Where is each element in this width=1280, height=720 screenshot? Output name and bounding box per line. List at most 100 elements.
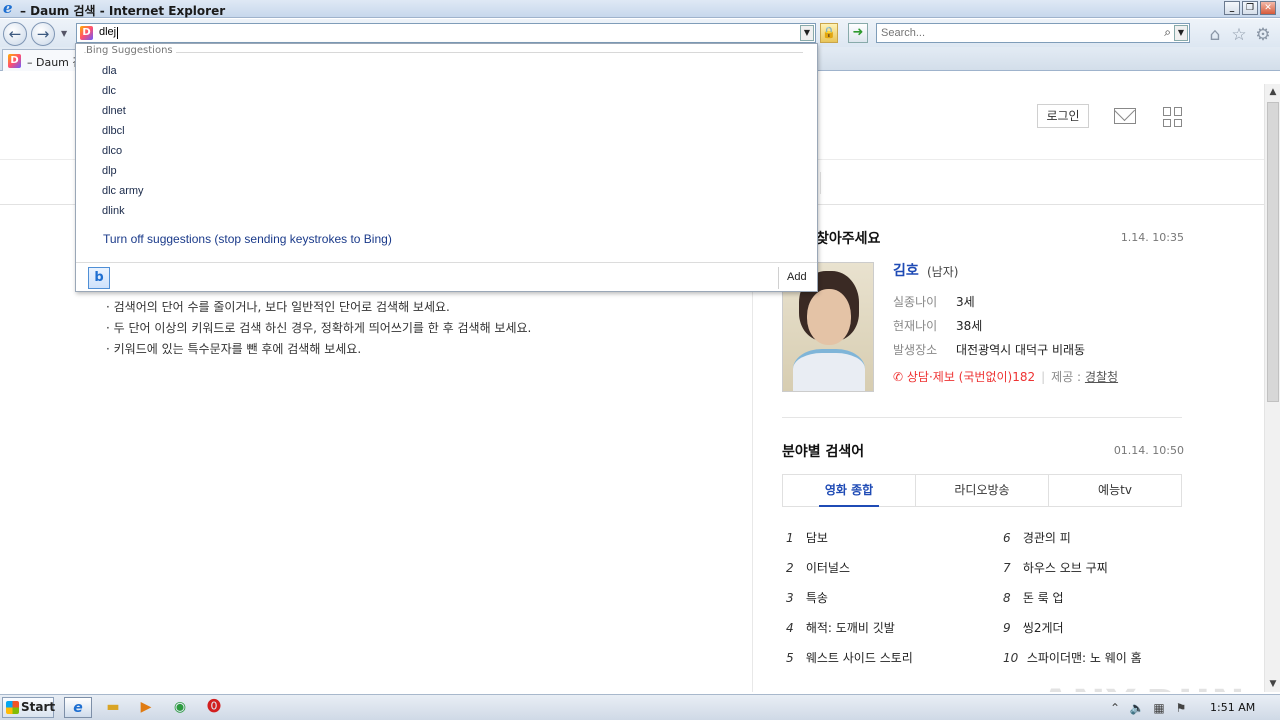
category-tabs: 영화 종합 라디오방송 예능tv (782, 474, 1182, 507)
field-value: 대전광역시 대덕구 비래동 (956, 343, 1086, 357)
rank-item[interactable]: 6 경관의 피 (1003, 529, 1071, 546)
scroll-thumb[interactable] (1267, 102, 1279, 402)
network-icon[interactable]: ▦ (1148, 701, 1170, 715)
tip-text: · 키워드에 있는 특수문자를 뺀 후에 검색해 보세요. (106, 342, 362, 356)
missing-field-row: 현재나이 38세 (893, 317, 982, 334)
field-key: 발생장소 (893, 343, 938, 357)
back-button[interactable]: ← (3, 22, 27, 46)
menu-separator (820, 172, 821, 194)
address-bar[interactable]: D dlej ▼ (76, 23, 816, 43)
search-input[interactable] (881, 26, 1151, 40)
missing-person-gender: (남자) (927, 265, 959, 279)
start-button[interactable]: Start (2, 697, 55, 718)
scroll-down-icon[interactable]: ▼ (1265, 676, 1280, 692)
tab-daum-search[interactable]: D – Daum 검색 (2, 49, 80, 71)
restore-button[interactable]: ❐ (1242, 1, 1258, 15)
tip-text: · 검색어의 단어 수를 줄이거나, 보다 일반적인 단어로 검색해 보세요. (106, 300, 450, 314)
suggestion-item[interactable]: dlco (102, 145, 122, 157)
missing-person-date: 1.14. 10:35 (1120, 231, 1184, 244)
rank-item[interactable]: 9 씽2게더 (1003, 619, 1064, 636)
provider-link[interactable]: 경찰청 (1085, 370, 1118, 384)
address-dropdown-button[interactable]: ▼ (800, 25, 814, 41)
turn-off-suggestions-link[interactable]: Turn off suggestions (stop sending keyst… (103, 232, 392, 246)
home-icon[interactable]: ⌂ (1205, 25, 1225, 45)
suggestions-header: Bing Suggestions (86, 45, 176, 56)
field-key: 현재나이 (893, 319, 938, 333)
vertical-scrollbar[interactable]: ▲ ▼ (1264, 84, 1280, 692)
suggestion-item[interactable]: dlnet (102, 105, 126, 117)
rank-item[interactable]: 8 돈 룩 업 (1003, 589, 1064, 606)
lock-icon[interactable]: 🔒 (820, 23, 838, 43)
rank-item[interactable]: 5 웨스트 사이드 스토리 (786, 649, 913, 666)
windows-logo-icon (6, 701, 19, 714)
chrome-icon[interactable]: ◉ (166, 697, 194, 718)
section-divider (782, 417, 1182, 418)
watermark: ANY.RUN (1040, 682, 1246, 692)
add-provider-button[interactable]: Add (787, 271, 807, 283)
clock[interactable]: 1:51 AM (1210, 701, 1255, 714)
suggestions-footer: b Add (76, 262, 817, 292)
suggestion-item[interactable]: dlc army (102, 185, 144, 197)
footer-separator (778, 267, 779, 289)
blocked-app-icon[interactable]: ⓿ (200, 697, 228, 718)
tab-movie[interactable]: 영화 종합 (783, 475, 916, 507)
field-key: 실종나이 (893, 295, 938, 309)
window-title: – Daum 검색 - Internet Explorer (20, 4, 226, 18)
close-button[interactable]: ✕ (1260, 1, 1276, 15)
bing-icon[interactable]: b (88, 267, 110, 289)
go-button[interactable]: ➜ (848, 23, 868, 43)
tab-radio[interactable]: 라디오방송 (916, 475, 1049, 506)
rank-item[interactable]: 10 스파이더맨: 노 웨이 홈 (1003, 649, 1142, 666)
volume-icon[interactable]: 🔈 (1126, 701, 1148, 715)
hotline-row: ✆ 상담·제보 (국번없이)182 | 제공 : 경찰청 (893, 370, 1119, 384)
rank-item[interactable]: 7 하우스 오브 구찌 (1003, 559, 1108, 576)
missing-person-name[interactable]: 김호 (893, 260, 919, 280)
apps-grid-icon[interactable] (1163, 107, 1183, 127)
tab-variety[interactable]: 예능tv (1049, 475, 1181, 506)
tab-label: – Daum 검색 (27, 56, 79, 69)
hotline-text: 상담·제보 (국번없이)182 (906, 370, 1036, 384)
media-player-icon[interactable]: ▶ (132, 697, 160, 718)
daum-favicon-icon: D (8, 54, 21, 68)
minimize-button[interactable]: _ (1224, 1, 1240, 15)
suggestion-item[interactable]: dla (102, 65, 117, 77)
provider-label: 제공 : (1051, 370, 1082, 384)
mail-icon[interactable] (1114, 108, 1136, 124)
login-button[interactable]: 로그인 (1037, 104, 1089, 128)
suggestion-item[interactable]: dlp (102, 165, 117, 177)
ie-taskbar-icon[interactable]: e (64, 697, 92, 718)
tray-expand-icon[interactable]: ⌃ (1104, 701, 1126, 715)
search-icon[interactable]: ⌕ (1164, 25, 1171, 40)
explorer-folder-icon[interactable]: ▬ (99, 697, 127, 718)
rank-item[interactable]: 1 담보 (786, 529, 828, 546)
missing-field-row: 발생장소 대전광역시 대덕구 비래동 (893, 341, 1085, 358)
ie-logo-icon: e (3, 0, 13, 17)
text-caret (117, 27, 118, 39)
taskbar: Start e ▬ ▶ ◉ ⓿ ⌃ 🔈 ▦ ⚑ 1:51 AM (0, 694, 1280, 720)
suggestion-item[interactable]: dlink (102, 205, 125, 217)
address-suggestions-dropdown: Bing Suggestions dla dlc dlnet dlbcl dlc… (75, 43, 818, 292)
header-divider (84, 52, 803, 53)
phone-icon: ✆ (893, 370, 904, 384)
action-center-flag-icon[interactable]: ⚑ (1170, 701, 1192, 715)
missing-field-row: 실종나이 3세 (893, 293, 975, 310)
field-value: 3세 (956, 295, 975, 309)
scroll-up-icon[interactable]: ▲ (1265, 84, 1280, 100)
category-date: 01.14. 10:50 (1113, 444, 1184, 457)
system-tray: ⌃ 🔈 ▦ ⚑ (1104, 695, 1192, 720)
search-box[interactable]: ⌕ ▼ (876, 23, 1190, 43)
rank-item[interactable]: 4 해적: 도깨비 깃발 (786, 619, 895, 636)
settings-gear-icon[interactable]: ⚙ (1253, 25, 1273, 45)
title-bar: e – Daum 검색 - Internet Explorer _ ❐ ✕ (0, 0, 1280, 18)
forward-button[interactable]: → (31, 22, 55, 46)
rank-item[interactable]: 3 특송 (786, 589, 828, 606)
search-dropdown-button[interactable]: ▼ (1174, 25, 1188, 41)
suggestion-item[interactable]: dlc (102, 85, 116, 97)
field-value: 38세 (956, 319, 983, 333)
recent-pages-chevron-icon[interactable]: ▼ (61, 29, 71, 39)
favorites-star-icon[interactable]: ☆ (1229, 25, 1249, 45)
rank-item[interactable]: 2 이터널스 (786, 559, 850, 576)
suggestion-item[interactable]: dlbcl (102, 125, 125, 137)
search-tips: · 검색어의 단어 수를 줄이거나, 보다 일반적인 단어로 검색해 보세요. … (106, 300, 531, 363)
address-input[interactable]: dlej (99, 26, 116, 38)
